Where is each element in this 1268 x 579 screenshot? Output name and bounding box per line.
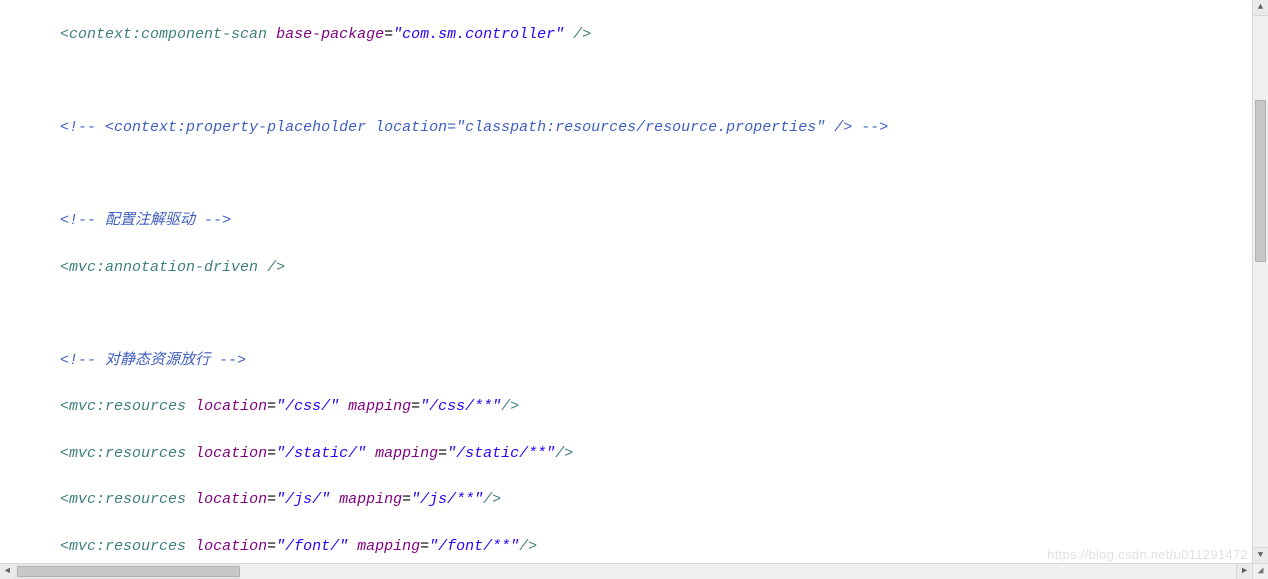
code-line: <context:component-scan base-package="co… <box>12 23 1252 46</box>
vertical-scrollbar[interactable]: ▲ ▼ <box>1252 0 1268 563</box>
scroll-left-button[interactable]: ◄ <box>0 564 16 579</box>
resize-grip-icon[interactable]: ◢ <box>1252 563 1268 579</box>
code-line <box>12 70 1252 93</box>
code-line: <!-- <context:property-placeholder locat… <box>12 116 1252 139</box>
code-line <box>12 302 1252 325</box>
scroll-up-button[interactable]: ▲ <box>1253 0 1268 16</box>
horizontal-scroll-thumb[interactable] <box>17 566 240 577</box>
scroll-right-button[interactable]: ► <box>1236 564 1252 579</box>
vertical-scroll-thumb[interactable] <box>1255 100 1266 262</box>
code-line: <!-- 对静态资源放行 --> <box>12 349 1252 372</box>
scroll-down-button[interactable]: ▼ <box>1253 547 1268 563</box>
code-line <box>12 163 1252 186</box>
horizontal-scrollbar[interactable]: ◄ ► <box>0 563 1252 579</box>
code-line: <mvc:resources location="/js/" mapping="… <box>12 488 1252 511</box>
code-line: <mvc:resources location="/static/" mappi… <box>12 442 1252 465</box>
code-line: <mvc:resources location="/css/" mapping=… <box>12 395 1252 418</box>
code-editor[interactable]: <context:component-scan base-package="co… <box>0 0 1252 563</box>
editor-viewport: <context:component-scan base-package="co… <box>0 0 1268 579</box>
watermark-text: https://blog.csdn.net/u011291472 <box>1047 545 1248 565</box>
code-line: <!-- 配置注解驱动 --> <box>12 209 1252 232</box>
code-line: <mvc:annotation-driven /> <box>12 256 1252 279</box>
